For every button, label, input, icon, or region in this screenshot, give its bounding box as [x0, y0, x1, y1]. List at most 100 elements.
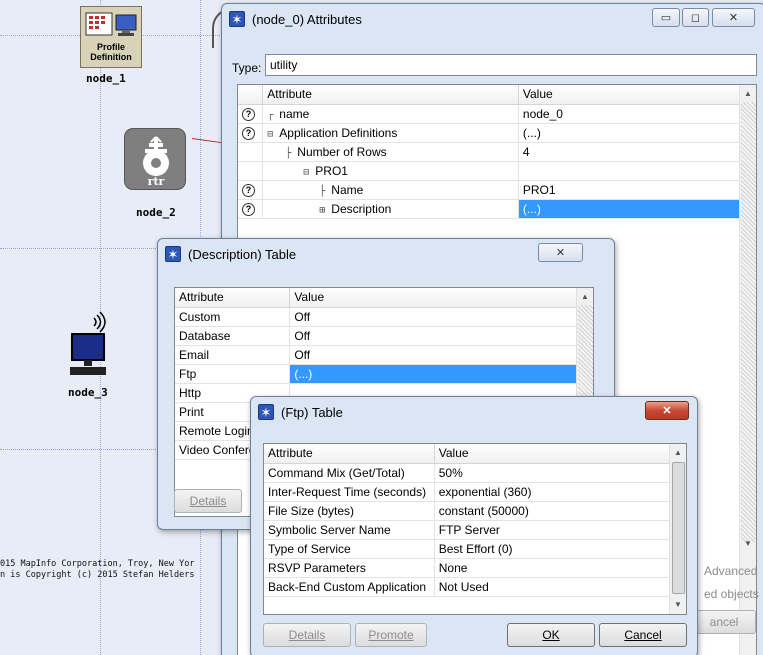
attribute-value[interactable]: Best Effort (0) — [434, 539, 687, 559]
attribute-name: Command Mix (Get/Total) — [264, 463, 435, 483]
node-label: node_2 — [136, 206, 176, 219]
copyright-text: 015 MapInfo Corporation, Troy, New Yor — [0, 559, 195, 569]
column-header[interactable]: Attribute — [175, 288, 291, 308]
column-header[interactable]: Attribute — [264, 444, 435, 464]
collapse-icon[interactable]: ⊟ — [303, 167, 315, 178]
attribute-value[interactable]: 50% — [434, 463, 687, 483]
promote-button[interactable]: Promote — [355, 623, 427, 647]
tree-connector: ├ — [285, 147, 298, 159]
attribute-value[interactable]: constant (50000) — [434, 501, 687, 521]
attribute-value[interactable]: Off — [289, 345, 593, 365]
scroll-thumb[interactable] — [672, 462, 685, 594]
close-button[interactable]: ✕ — [645, 401, 689, 420]
table-row[interactable]: ├ Number of Rows 4 — [238, 142, 757, 162]
attribute-value[interactable] — [518, 161, 757, 181]
attribute-name: Application Definitions — [279, 125, 398, 140]
table-row[interactable]: File Size (bytes) constant (50000) — [264, 501, 687, 521]
attribute-value-selected[interactable]: (...) — [289, 364, 593, 384]
scroll-down-arrow-icon[interactable]: ▼ — [740, 535, 756, 552]
attribute-value[interactable]: Not Used — [434, 577, 687, 597]
scroll-up-arrow-icon[interactable]: ▲ — [670, 444, 686, 461]
close-button[interactable]: ✕ — [712, 8, 755, 27]
table-row[interactable]: Database Off — [175, 326, 593, 346]
table-row[interactable]: Back-End Custom Application Not Used — [264, 577, 687, 597]
table-row[interactable]: Symbolic Server Name FTP Server — [264, 520, 687, 540]
ftp-table[interactable]: Attribute Value Command Mix (Get/Total) 5… — [263, 443, 687, 615]
window-title: (node_0) Attributes — [252, 11, 362, 27]
scroll-track[interactable] — [741, 102, 756, 542]
table-row[interactable]: ? ⊞ Description (...) — [238, 199, 757, 219]
column-header[interactable]: Value — [434, 444, 687, 464]
table-row[interactable]: Type of Service Best Effort (0) — [264, 539, 687, 559]
column-header[interactable]: Value — [289, 288, 593, 308]
table-row[interactable]: ? ├ Name PRO1 — [238, 180, 757, 200]
attribute-name: name — [279, 106, 310, 121]
attribute-name: File Size (bytes) — [264, 501, 435, 521]
attribute-value-selected[interactable]: (...) — [518, 199, 757, 219]
attribute-value[interactable]: (...) — [518, 123, 757, 143]
advanced-label[interactable]: Advanced — [704, 564, 757, 578]
icon-caption: rtr — [147, 175, 165, 188]
attribute-value[interactable]: exponential (360) — [434, 482, 687, 502]
attribute-name: Name — [331, 182, 364, 197]
attribute-value[interactable]: Off — [289, 326, 593, 346]
attribute-value[interactable]: PRO1 — [518, 180, 757, 200]
attribute-name: Number of Rows — [297, 144, 387, 159]
table-row[interactable]: ⊟ PRO1 — [238, 161, 757, 181]
maximize-button[interactable]: ◻ — [682, 8, 709, 27]
table-row[interactable]: Inter-Request Time (seconds) exponential … — [264, 482, 687, 502]
title-bar[interactable]: ✶ (Ftp) Table — [251, 397, 697, 427]
router-icon: rtr — [124, 128, 186, 190]
icon-caption: Profile — [96, 42, 125, 52]
details-button[interactable]: Details — [174, 489, 242, 513]
cancel-button-partial[interactable]: ancel — [692, 610, 756, 634]
ok-button[interactable]: OK — [507, 623, 595, 647]
help-icon[interactable]: ? — [242, 107, 255, 121]
table-row[interactable]: ? ┌ name node_0 — [238, 104, 757, 124]
attributes-grid: Attribute Value ? ┌ name node_0 ? ⊟ Appl… — [238, 85, 757, 219]
column-header[interactable]: Attribute — [262, 85, 519, 105]
scroll-up-arrow-icon[interactable]: ▲ — [740, 85, 756, 102]
scroll-down-arrow-icon[interactable]: ▼ — [670, 596, 686, 613]
attribute-name: Description — [331, 201, 392, 216]
vertical-scrollbar[interactable]: ▲ ▼ — [669, 444, 686, 614]
help-icon[interactable]: ? — [242, 183, 255, 197]
type-field[interactable]: utility — [265, 54, 757, 76]
node-label: node_1 — [86, 72, 126, 85]
attribute-value[interactable]: FTP Server — [434, 520, 687, 540]
table-row[interactable]: Command Mix (Get/Total) 50% — [264, 463, 687, 483]
header-spacer — [238, 85, 264, 105]
help-icon[interactable]: ? — [242, 202, 255, 216]
attribute-value[interactable]: 4 — [518, 142, 757, 162]
attribute-value[interactable]: None — [434, 558, 687, 578]
cancel-button[interactable]: Cancel — [599, 623, 687, 647]
type-label: Type: — [232, 61, 262, 75]
attribute-name: Email — [175, 345, 291, 365]
attribute-name: Database — [175, 326, 291, 346]
selected-objects-label[interactable]: ed objects — [704, 587, 759, 601]
scroll-up-arrow-icon[interactable]: ▲ — [577, 288, 593, 305]
details-button[interactable]: Details — [263, 623, 351, 647]
node-3[interactable]: node_3 — [62, 310, 122, 404]
minimize-button[interactable]: ▭ — [652, 8, 680, 27]
node-2[interactable]: rtr node_2 — [124, 128, 194, 224]
ftp-table-window[interactable]: ✶ (Ftp) Table ✕ Attribute Value Command … — [250, 396, 698, 655]
column-header[interactable]: Value — [518, 85, 757, 105]
table-row[interactable]: Ftp (...) — [175, 364, 593, 384]
table-row[interactable]: Email Off — [175, 345, 593, 365]
collapse-icon[interactable]: ⊟ — [267, 129, 279, 140]
attribute-value[interactable]: Off — [289, 307, 593, 327]
help-icon[interactable]: ? — [242, 126, 255, 140]
attribute-name: Type of Service — [264, 539, 435, 559]
copyright-text: n is Copyright (c) 2015 Stefan Helders — [0, 570, 195, 580]
tree-connector: ├ — [319, 185, 332, 197]
close-button[interactable]: ✕ — [538, 243, 583, 262]
attribute-value[interactable]: node_0 — [518, 104, 757, 124]
attribute-name: Ftp — [175, 364, 291, 384]
table-row[interactable]: ? ⊟ Application Definitions (...) — [238, 123, 757, 143]
window-title: (Ftp) Table — [281, 404, 343, 420]
table-row[interactable]: RSVP Parameters None — [264, 558, 687, 578]
table-row[interactable]: Custom Off — [175, 307, 593, 327]
node-1[interactable]: Profile Definition node_1 — [76, 6, 146, 90]
expand-icon[interactable]: ⊞ — [319, 205, 331, 216]
